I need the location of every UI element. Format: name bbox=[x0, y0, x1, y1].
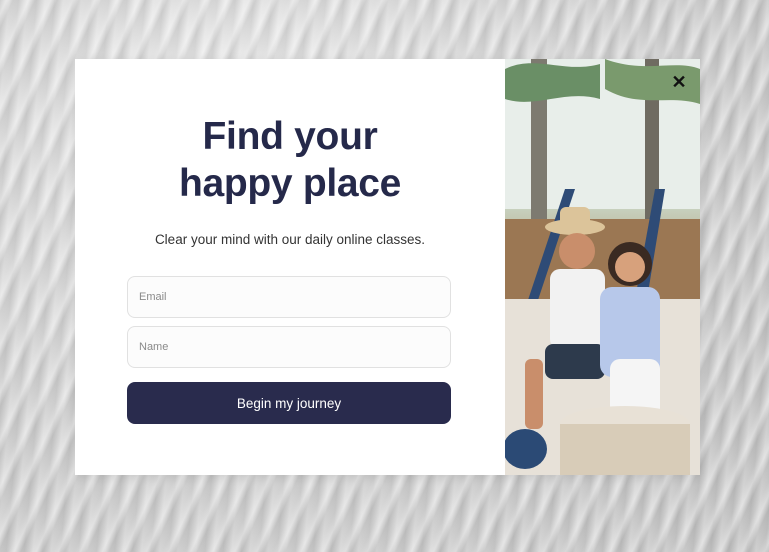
headline-line-1: Find your bbox=[202, 115, 378, 158]
headline: Find your happy place bbox=[75, 113, 505, 207]
begin-journey-button[interactable]: Begin my journey bbox=[127, 382, 451, 424]
headline-line-2: happy place bbox=[178, 162, 402, 205]
subtitle: Clear your mind with our daily online cl… bbox=[154, 232, 426, 247]
hero-photo: ✕ bbox=[505, 59, 700, 475]
signup-panel: Find your happy place Clear your mind wi… bbox=[75, 59, 505, 475]
hero-photo-illustration bbox=[505, 59, 700, 475]
signup-popup: Find your happy place Clear your mind wi… bbox=[75, 59, 700, 475]
name-field[interactable] bbox=[127, 326, 451, 368]
close-icon[interactable]: ✕ bbox=[670, 72, 688, 92]
email-field[interactable] bbox=[127, 276, 451, 318]
